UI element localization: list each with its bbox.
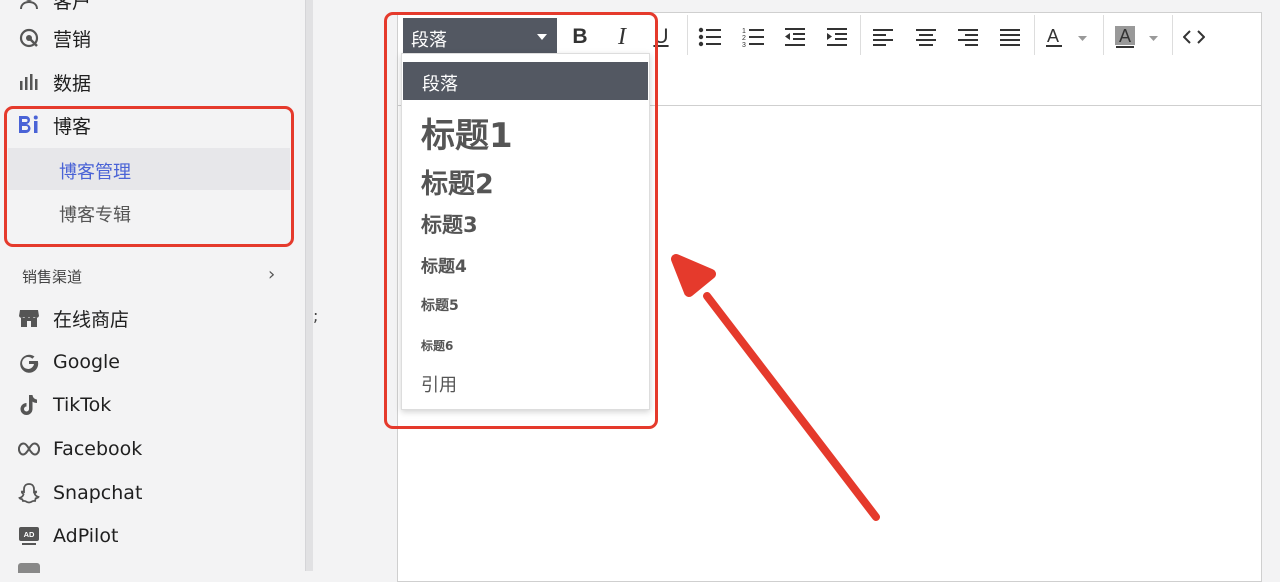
indent-icon <box>827 28 847 46</box>
toolbar-divider <box>860 15 861 55</box>
highlight-icon: A <box>1115 26 1158 48</box>
sidebar-item-label: 数据 <box>53 72 92 95</box>
toolbar-divider <box>1034 15 1035 55</box>
sidebar-item-label: 客户 <box>53 0 92 13</box>
numbered-list-button[interactable]: 123 <box>739 21 767 53</box>
section-label: 销售渠道 <box>22 268 83 286</box>
align-center-icon <box>916 29 936 46</box>
sidebar-item-label: Facebook <box>53 438 143 460</box>
toolbar-divider <box>1172 15 1173 55</box>
meta-icon <box>18 438 40 460</box>
sidebar-item-adpilot[interactable]: AD AdPilot <box>0 516 305 556</box>
sidebar-item-snapchat[interactable]: Snapchat <box>0 473 305 513</box>
highlight-button[interactable]: A <box>1112 21 1164 53</box>
sidebar-item-facebook[interactable]: Facebook <box>0 429 305 469</box>
google-icon <box>18 351 40 373</box>
justify-button[interactable] <box>996 21 1024 53</box>
font-color-button[interactable]: A <box>1042 21 1094 53</box>
snapchat-icon <box>18 482 40 504</box>
svg-text:A: A <box>1119 26 1131 46</box>
align-left-button[interactable] <box>869 21 897 53</box>
sidebar-item-label: 营销 <box>53 28 92 51</box>
svg-text:3: 3 <box>742 42 746 48</box>
sidebar-item-marketing[interactable]: 营销 <box>0 18 305 58</box>
svg-text:AD: AD <box>24 530 35 539</box>
sidebar-item-label: Snapchat <box>53 482 143 504</box>
justify-icon <box>1000 29 1020 46</box>
bullet-list-button[interactable] <box>696 21 724 53</box>
store-icon <box>18 307 40 329</box>
sidebar-item-label: 在线商店 <box>53 308 130 331</box>
align-center-button[interactable] <box>912 21 940 53</box>
sales-channels-header[interactable]: 销售渠道 › <box>0 262 305 292</box>
tiktok-icon <box>18 394 40 416</box>
annotation-box-blog <box>4 106 294 247</box>
sidebar-item-label: Google <box>53 351 121 373</box>
svg-text:1: 1 <box>742 28 746 35</box>
hidden-label-fragment: ; <box>313 306 319 325</box>
numbered-list-icon: 123 <box>742 28 764 48</box>
sidebar-item-google[interactable]: Google <box>0 342 305 382</box>
indent-button[interactable] <box>823 21 851 53</box>
sidebar-item-label: TikTok <box>53 394 112 416</box>
svg-text:A: A <box>1047 26 1059 46</box>
ad-icon: AD <box>18 525 40 547</box>
marketing-icon <box>18 27 40 49</box>
sidebar-item-online-store[interactable]: 在线商店 <box>0 298 305 338</box>
sidebar-item-data[interactable]: 数据 <box>0 62 305 102</box>
outdent-button[interactable] <box>781 21 809 53</box>
sidebar: 客户 营销 数据 博客 博客管理 博客专辑 销售渠道 › 在线商店 Google… <box>0 0 305 573</box>
code-view-icon <box>1183 30 1205 44</box>
sidebar-item-tiktok[interactable]: TikTok <box>0 385 305 425</box>
toolbar-divider <box>1103 15 1104 55</box>
sidebar-item-label: AdPilot <box>53 525 119 547</box>
annotation-box-dropdown <box>384 12 658 429</box>
align-right-button[interactable] <box>954 21 982 53</box>
svg-text:2: 2 <box>742 35 746 42</box>
outdent-icon <box>785 28 805 46</box>
person-icon <box>18 0 40 11</box>
align-left-icon <box>873 29 893 46</box>
bar-chart-icon <box>18 71 40 93</box>
code-view-button[interactable] <box>1180 21 1208 53</box>
partial-nav-icon <box>18 563 40 573</box>
sidebar-item-customers[interactable]: 客户 <box>0 0 305 20</box>
chevron-right-icon: › <box>268 264 276 285</box>
font-color-icon: A <box>1046 26 1087 47</box>
toolbar-divider <box>687 15 688 55</box>
bullet-list-icon <box>698 27 721 47</box>
align-right-icon <box>958 29 978 46</box>
